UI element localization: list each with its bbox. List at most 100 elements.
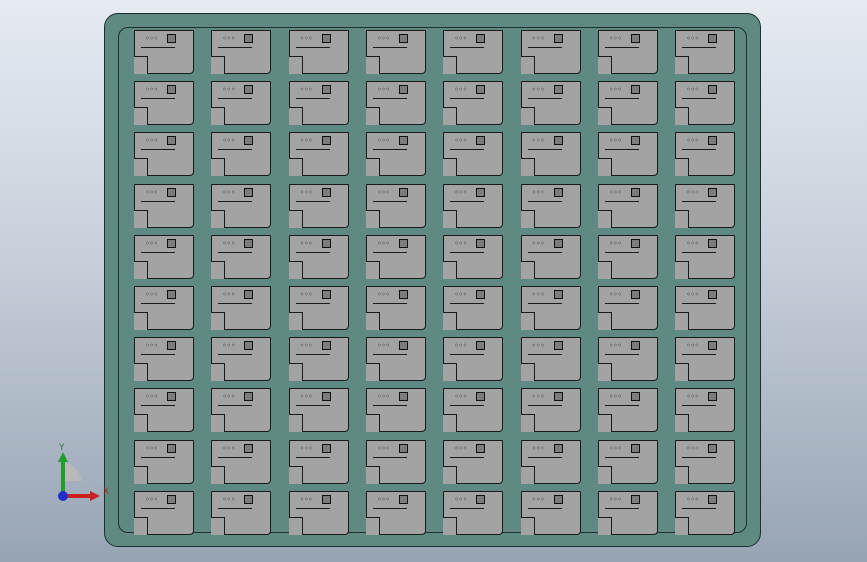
pocket-holes: ◦◦◦ (454, 494, 467, 504)
tray-pocket[interactable]: ◦◦◦ (443, 81, 504, 126)
pocket-holes: ◦◦◦ (222, 136, 235, 146)
tray-pocket[interactable]: ◦◦◦ (597, 30, 658, 74)
tray-pocket[interactable]: ◦◦◦ (597, 337, 658, 382)
tray-pocket[interactable]: ◦◦◦ (134, 388, 194, 433)
tray-pocket[interactable]: ◦◦◦ (597, 183, 658, 228)
tray-pocket[interactable]: ◦◦◦ (211, 490, 272, 535)
pocket-tab (630, 494, 640, 504)
tray-pocket[interactable]: ◦◦◦ (211, 439, 272, 484)
tray-pocket[interactable]: ◦◦◦ (443, 30, 504, 74)
pocket-tab (476, 341, 486, 351)
tray-pocket[interactable]: ◦◦◦ (675, 234, 736, 279)
pocket-tab (398, 494, 408, 504)
tray-pocket[interactable]: ◦◦◦ (675, 439, 736, 484)
tray-pocket[interactable]: ◦◦◦ (365, 30, 426, 74)
tray-pocket[interactable]: ◦◦◦ (211, 337, 272, 382)
tray-pocket[interactable]: ◦◦◦ (675, 286, 736, 330)
tray-pocket[interactable]: ◦◦◦ (288, 30, 349, 74)
tray-pocket[interactable]: ◦◦◦ (288, 286, 349, 330)
tray-pocket[interactable]: ◦◦◦ (597, 81, 658, 126)
tray-pocket[interactable]: ◦◦◦ (675, 81, 736, 126)
tray-pocket[interactable]: ◦◦◦ (288, 439, 349, 484)
tray-pocket[interactable]: ◦◦◦ (134, 234, 194, 279)
tray-pocket[interactable]: ◦◦◦ (211, 30, 272, 74)
tray-pocket[interactable]: ◦◦◦ (211, 234, 272, 279)
tray-pocket[interactable]: ◦◦◦ (211, 286, 272, 330)
pocket-notch (520, 363, 535, 382)
tray-pocket[interactable]: ◦◦◦ (597, 388, 658, 433)
tray-pocket[interactable]: ◦◦◦ (365, 234, 426, 279)
tray-pocket[interactable]: ◦◦◦ (443, 337, 504, 382)
tray-pocket[interactable]: ◦◦◦ (288, 132, 349, 177)
tray-pocket[interactable]: ◦◦◦ (597, 132, 658, 177)
tray-pocket[interactable]: ◦◦◦ (365, 388, 426, 433)
pocket-tab (476, 187, 486, 197)
pocket-tab (321, 238, 331, 248)
tray-pocket[interactable]: ◦◦◦ (597, 234, 658, 279)
tray-pocket[interactable]: ◦◦◦ (134, 132, 194, 177)
tray-pocket[interactable]: ◦◦◦ (520, 81, 581, 126)
tray-pocket[interactable]: ◦◦◦ (597, 439, 658, 484)
tray-pocket[interactable]: ◦◦◦ (520, 286, 581, 330)
tray-pocket[interactable]: ◦◦◦ (520, 30, 581, 74)
tray-pocket[interactable]: ◦◦◦ (211, 81, 272, 126)
tray-pocket[interactable]: ◦◦◦ (134, 30, 194, 74)
tray-pocket[interactable]: ◦◦◦ (443, 132, 504, 177)
tray-pocket[interactable]: ◦◦◦ (443, 388, 504, 433)
tray-pocket[interactable]: ◦◦◦ (211, 183, 272, 228)
tray-pocket[interactable]: ◦◦◦ (211, 388, 272, 433)
tray-pocket[interactable]: ◦◦◦ (288, 337, 349, 382)
tray-pocket[interactable]: ◦◦◦ (134, 183, 194, 228)
tray-pocket[interactable]: ◦◦◦ (443, 286, 504, 330)
tray-pocket[interactable]: ◦◦◦ (520, 388, 581, 433)
tray-model[interactable]: ◦◦◦ ◦◦◦ ◦◦◦ ◦◦◦ ◦◦◦ ◦◦◦ ◦◦◦ ◦◦◦ ◦◦◦ ◦◦◦ ◦◦◦ ◦◦◦ ◦◦◦ ◦… (104, 13, 761, 547)
pocket-holes: ◦◦◦ (608, 238, 622, 248)
tray-pocket[interactable]: ◦◦◦ (443, 439, 504, 484)
tray-pocket[interactable]: ◦◦◦ (365, 132, 426, 177)
tray-pocket[interactable]: ◦◦◦ (211, 132, 272, 177)
tray-pocket[interactable]: ◦◦◦ (134, 81, 194, 126)
tray-pocket[interactable]: ◦◦◦ (520, 183, 581, 228)
tray-pocket[interactable]: ◦◦◦ (365, 183, 426, 228)
tray-pocket[interactable]: ◦◦◦ (365, 337, 426, 382)
pocket-tab (321, 392, 331, 402)
tray-pocket[interactable]: ◦◦◦ (134, 439, 194, 484)
tray-pocket[interactable]: ◦◦◦ (443, 234, 504, 279)
pocket-holes: ◦◦◦ (531, 494, 545, 504)
tray-pocket[interactable]: ◦◦◦ (520, 234, 581, 279)
tray-pocket[interactable]: ◦◦◦ (675, 183, 736, 228)
tray-pocket[interactable]: ◦◦◦ (288, 183, 349, 228)
tray-pocket[interactable]: ◦◦◦ (365, 439, 426, 484)
pocket-holes: ◦◦◦ (376, 238, 390, 248)
pocket-notch (288, 363, 303, 382)
tray-pocket[interactable]: ◦◦◦ (520, 439, 581, 484)
tray-pocket[interactable]: ◦◦◦ (443, 183, 504, 228)
pocket-tab (167, 443, 176, 453)
tray-pocket[interactable]: ◦◦◦ (675, 490, 736, 535)
tray-pocket[interactable]: ◦◦◦ (288, 81, 349, 126)
tray-pocket[interactable]: ◦◦◦ (675, 388, 736, 433)
tray-pocket[interactable]: ◦◦◦ (365, 286, 426, 330)
pocket-holes: ◦◦◦ (222, 392, 235, 402)
tray-pocket[interactable]: ◦◦◦ (365, 81, 426, 126)
tray-pocket[interactable]: ◦◦◦ (443, 490, 504, 535)
tray-pocket[interactable]: ◦◦◦ (520, 132, 581, 177)
tray-pocket[interactable]: ◦◦◦ (134, 490, 194, 535)
tray-pocket[interactable]: ◦◦◦ (597, 490, 658, 535)
tray-pocket[interactable]: ◦◦◦ (675, 337, 736, 382)
tray-pocket[interactable]: ◦◦◦ (365, 490, 426, 535)
pocket-holes: ◦◦◦ (454, 238, 467, 248)
tray-pocket[interactable]: ◦◦◦ (597, 286, 658, 330)
tray-pocket[interactable]: ◦◦◦ (134, 337, 194, 382)
tray-pocket[interactable]: ◦◦◦ (134, 286, 194, 330)
tray-pocket[interactable]: ◦◦◦ (520, 337, 581, 382)
tray-pocket[interactable]: ◦◦◦ (675, 132, 736, 177)
tray-pocket[interactable]: ◦◦◦ (288, 234, 349, 279)
pocket-notch (520, 107, 535, 126)
pocket-notch (288, 414, 303, 433)
tray-pocket[interactable]: ◦◦◦ (675, 30, 736, 74)
tray-pocket[interactable]: ◦◦◦ (520, 490, 581, 535)
pocket-tab (630, 238, 640, 248)
tray-pocket[interactable]: ◦◦◦ (288, 388, 349, 433)
tray-pocket[interactable]: ◦◦◦ (288, 490, 349, 535)
